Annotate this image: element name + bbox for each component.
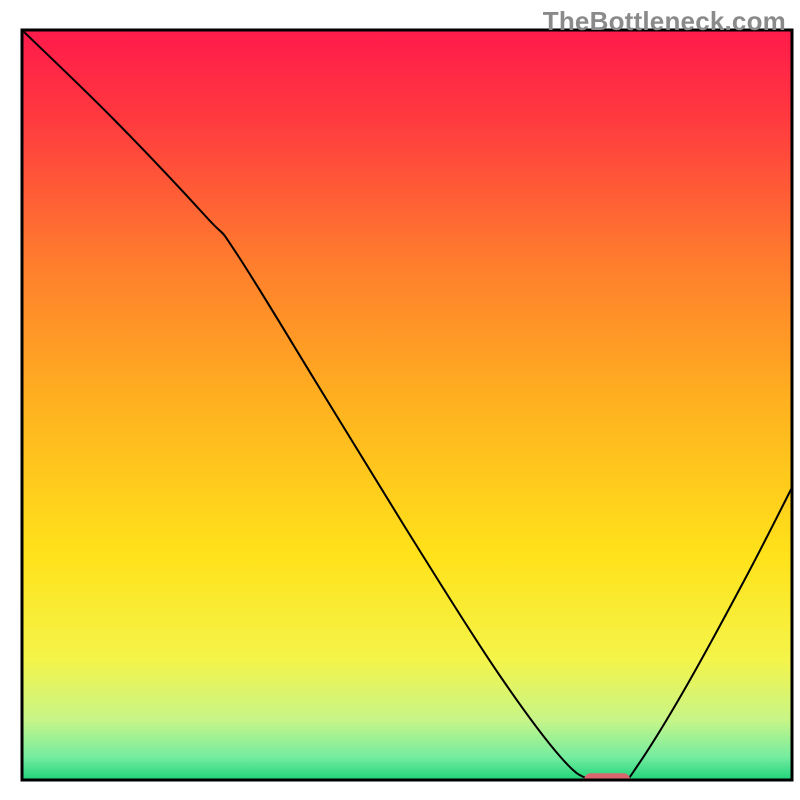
chart-svg <box>0 0 800 800</box>
chart-container: TheBottleneck.com <box>0 0 800 800</box>
watermark-text: TheBottleneck.com <box>543 6 786 37</box>
